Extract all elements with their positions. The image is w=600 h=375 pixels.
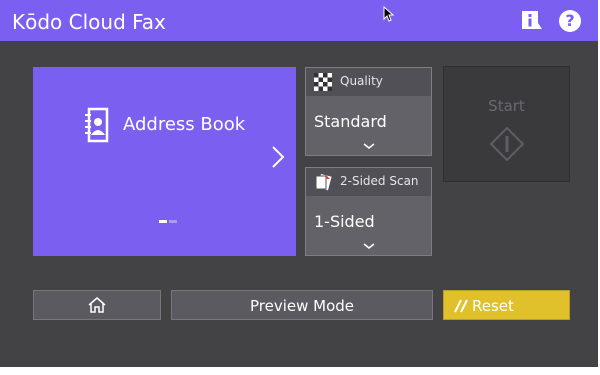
two-sided-scan-value: 1-Sided bbox=[314, 212, 375, 231]
two-sided-scan-icon bbox=[315, 173, 332, 191]
quality-label: Quality bbox=[340, 74, 383, 88]
page-dot-inactive bbox=[169, 220, 177, 223]
chevron-down-icon bbox=[363, 143, 375, 149]
quality-value: Standard bbox=[314, 112, 387, 131]
reset-label: Reset bbox=[472, 297, 514, 315]
home-button[interactable] bbox=[33, 290, 161, 320]
two-sided-scan-label: 2-Sided Scan bbox=[340, 174, 419, 188]
quality-setting-tile[interactable]: Quality Standard bbox=[305, 67, 432, 156]
address-book-tile[interactable]: Address Book bbox=[33, 67, 296, 256]
reset-button[interactable]: Reset bbox=[443, 290, 570, 320]
home-icon bbox=[88, 297, 106, 313]
checkerboard-icon bbox=[314, 73, 332, 91]
chevron-right-icon[interactable] bbox=[271, 145, 285, 169]
quality-setting-header: Quality bbox=[306, 68, 431, 96]
two-sided-scan-setting-tile[interactable]: 2-Sided Scan 1-Sided bbox=[305, 167, 432, 256]
app-title: Kōdo Cloud Fax bbox=[12, 10, 166, 34]
mouse-cursor-icon bbox=[383, 6, 395, 22]
preview-mode-button[interactable]: Preview Mode bbox=[171, 290, 433, 320]
address-book-label: Address Book bbox=[123, 114, 246, 135]
reset-icon bbox=[454, 299, 468, 313]
start-diamond-icon bbox=[490, 127, 524, 161]
title-bar: Kōdo Cloud Fax ? bbox=[0, 0, 598, 41]
chevron-down-icon bbox=[363, 243, 375, 249]
preview-mode-label: Preview Mode bbox=[249, 297, 355, 315]
info-icon[interactable] bbox=[522, 11, 542, 31]
help-icon[interactable]: ? bbox=[559, 10, 581, 32]
page-indicator bbox=[159, 208, 179, 227]
fax-screen: Kōdo Cloud Fax ? Address Book Quality St… bbox=[0, 0, 598, 367]
address-book-icon bbox=[85, 107, 109, 143]
page-dot-active bbox=[159, 220, 167, 223]
start-label: Start bbox=[488, 97, 525, 115]
two-sided-scan-header: 2-Sided Scan bbox=[306, 168, 431, 196]
start-button[interactable]: Start bbox=[443, 66, 570, 182]
